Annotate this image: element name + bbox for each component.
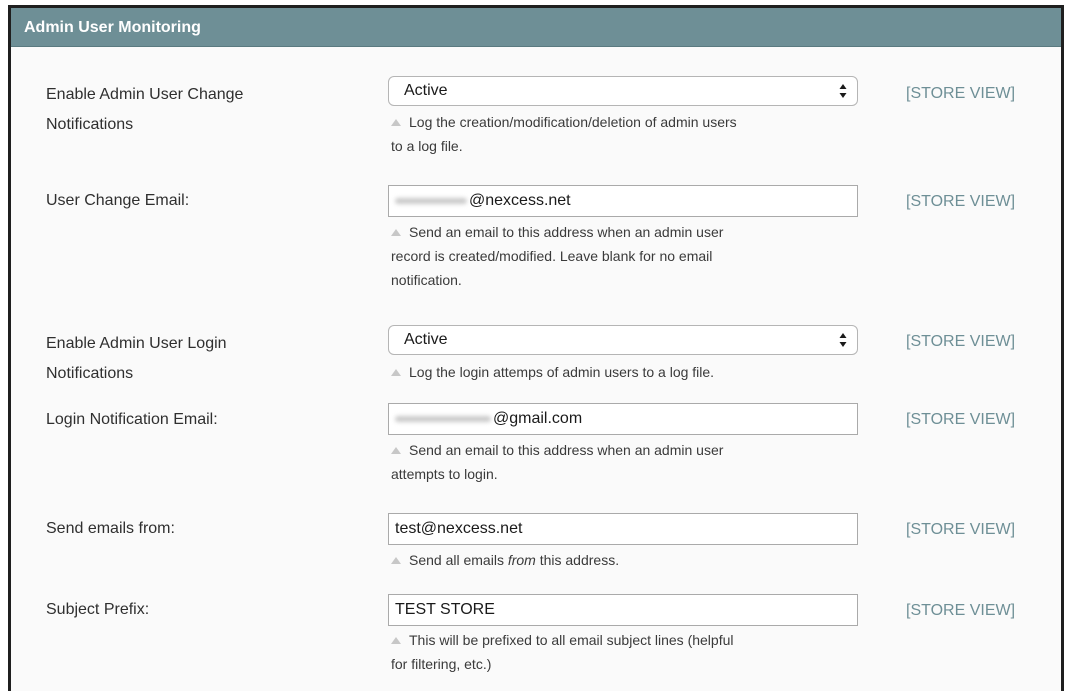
login-notifications-select[interactable]: Active	[388, 325, 858, 355]
note-line: This will be prefixed to all email subje…	[391, 628, 861, 652]
field-note: This will be prefixed to all email subje…	[391, 628, 861, 676]
label-line: Login Notification Email:	[46, 411, 218, 428]
label-line: Notifications	[46, 365, 134, 382]
label-line: Notifications	[46, 116, 134, 133]
send-emails-from-input[interactable]: test@nexcess.net	[388, 513, 858, 545]
field-label-send-from: Send emails from:	[46, 514, 346, 544]
label-line: Send emails from:	[46, 520, 175, 537]
field-note: Send an email to this address when an ad…	[391, 220, 861, 292]
note-arrow-icon	[391, 637, 401, 644]
note-line: Log the login attemps of admin users to …	[391, 360, 861, 384]
select-arrows-icon	[839, 333, 847, 347]
select-value: Active	[404, 331, 448, 348]
store-view-scope: [STORE VIEW]	[906, 602, 1016, 619]
select-arrows-icon	[839, 84, 847, 98]
section-header[interactable]: Admin User Monitoring	[11, 8, 1061, 47]
note-line: Log the creation/modification/deletion o…	[391, 110, 861, 134]
store-view-scope: [STORE VIEW]	[906, 333, 1016, 350]
note-line: to a log file.	[391, 138, 463, 154]
store-view-scope: [STORE VIEW]	[906, 411, 1016, 428]
field-label-login-notifications: Enable Admin User Login Notifications	[46, 329, 346, 389]
note-line: record is created/modified. Leave blank …	[391, 248, 713, 264]
note-line: Send an email to this address when an ad…	[391, 220, 861, 244]
select-value: Active	[404, 82, 448, 99]
label-line: User Change Email:	[46, 192, 190, 209]
store-view-scope: [STORE VIEW]	[906, 521, 1016, 538]
field-label-user-change-email: User Change Email:	[46, 186, 346, 216]
note-line: for filtering, etc.)	[391, 656, 492, 672]
input-value: TEST STORE	[395, 601, 495, 618]
field-note: Send all emails from this address.	[391, 548, 861, 572]
note-arrow-icon	[391, 229, 401, 236]
note-line: Send all emails from this address.	[391, 548, 861, 572]
field-note: Log the login attemps of admin users to …	[391, 360, 861, 384]
login-notification-email-input[interactable]: @gmail.com	[388, 403, 858, 435]
note-line: notification.	[391, 272, 462, 288]
note-arrow-icon	[391, 557, 401, 564]
note-arrow-icon	[391, 119, 401, 126]
store-view-scope: [STORE VIEW]	[906, 85, 1016, 102]
config-panel: Admin User Monitoring Enable Admin User …	[8, 5, 1064, 691]
field-note: Log the creation/modification/deletion o…	[391, 110, 861, 158]
field-label-subject-prefix: Subject Prefix:	[46, 595, 346, 625]
store-view-scope: [STORE VIEW]	[906, 193, 1016, 210]
label-line: Subject Prefix:	[46, 601, 150, 618]
input-value: test@nexcess.net	[395, 520, 523, 537]
subject-prefix-input[interactable]: TEST STORE	[388, 594, 858, 626]
label-line: Enable Admin User Login	[46, 335, 227, 352]
section-title: Admin User Monitoring	[24, 19, 201, 36]
change-notifications-select[interactable]: Active	[388, 76, 858, 106]
user-change-email-input[interactable]: @nexcess.net	[388, 185, 858, 217]
redacted-text	[395, 197, 467, 204]
field-note: Send an email to this address when an ad…	[391, 438, 861, 486]
redacted-text	[395, 415, 491, 422]
note-line: Send an email to this address when an ad…	[391, 438, 861, 462]
input-value: @nexcess.net	[395, 192, 571, 210]
note-line: attempts to login.	[391, 466, 498, 482]
input-value: @gmail.com	[395, 410, 582, 428]
note-arrow-icon	[391, 447, 401, 454]
field-label-login-email: Login Notification Email:	[46, 405, 346, 435]
note-arrow-icon	[391, 369, 401, 376]
field-label-change-notifications: Enable Admin User Change Notifications	[46, 80, 346, 140]
label-line: Enable Admin User Change	[46, 86, 244, 103]
